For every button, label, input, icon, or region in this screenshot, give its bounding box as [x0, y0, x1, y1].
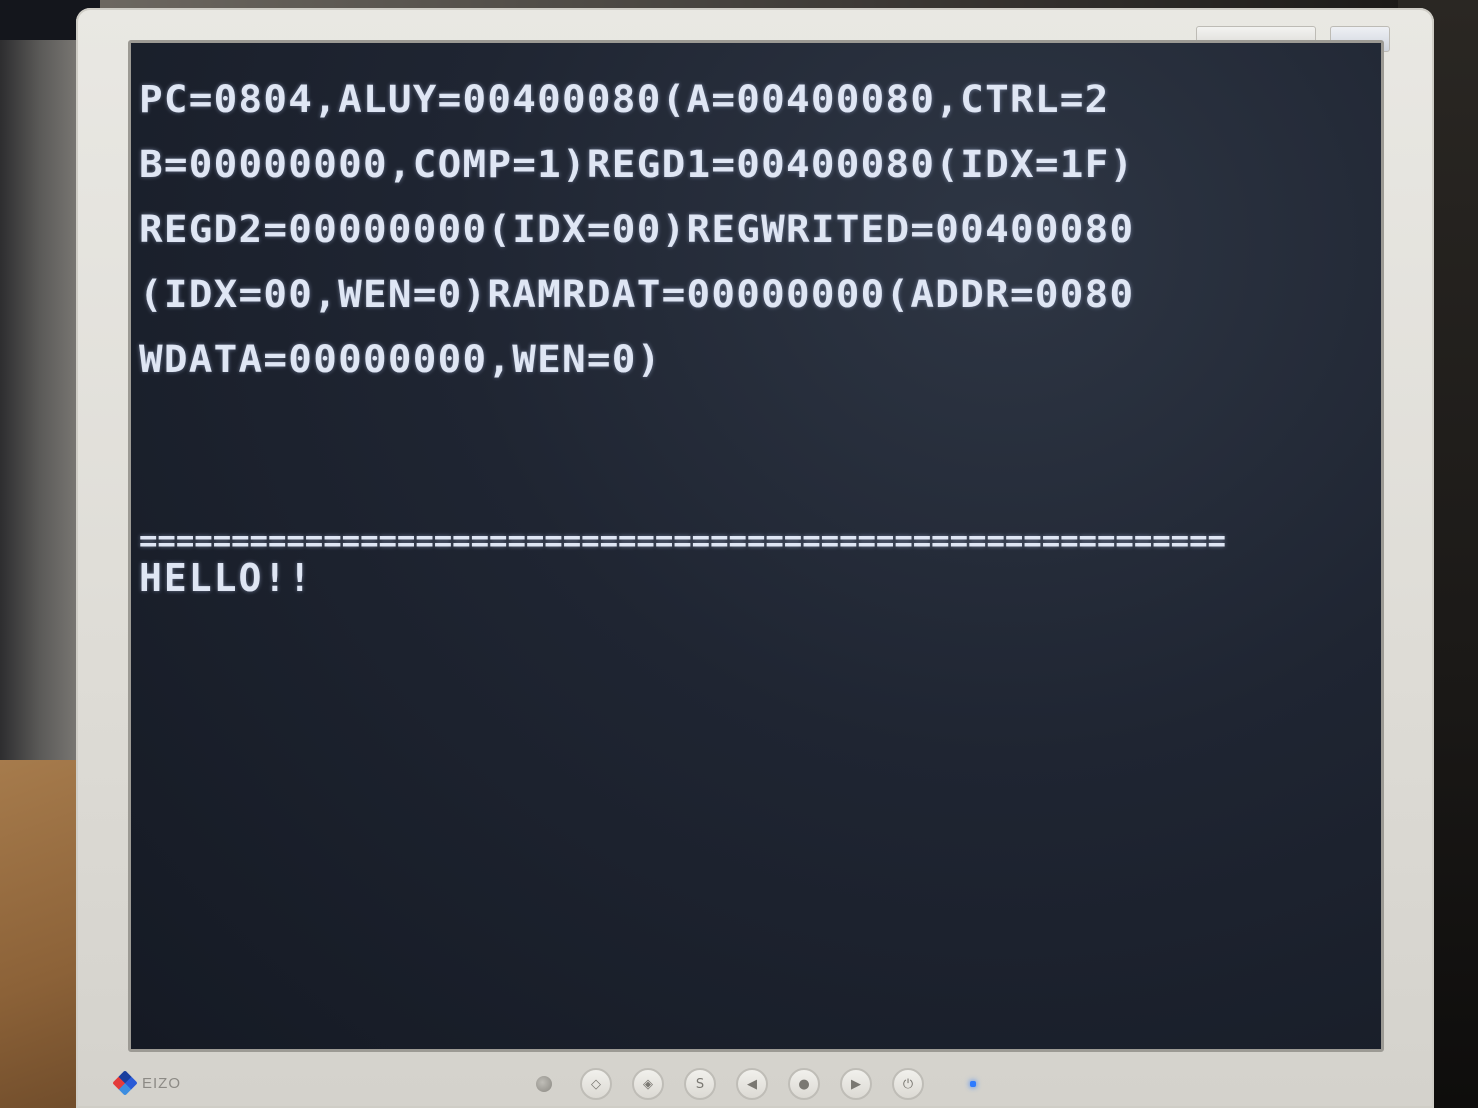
debug-line: WDATA=00000000,WEN=0)	[139, 338, 662, 381]
debug-line: PC=0804,ALUY=00400080(A=00400080,CTRL=2	[139, 78, 1110, 121]
debug-line: REGD2=00000000(IDX=00)REGWRITED=00400080	[139, 208, 1135, 251]
left-arrow-button[interactable]: ◀	[736, 1068, 768, 1100]
message-output: HELLO!!	[139, 556, 314, 600]
brand-name: EIZO	[142, 1074, 182, 1092]
monitor-control-buttons: ◇ ◈ S ◀ ● ▶ ⏻	[536, 1068, 976, 1100]
sensor-icon	[536, 1076, 552, 1092]
enter-button[interactable]: ●	[788, 1068, 820, 1100]
right-arrow-button[interactable]: ▶	[840, 1068, 872, 1100]
debug-output: PC=0804,ALUY=00400080(A=00400080,CTRL=2 …	[139, 49, 1133, 406]
separator-line: ========================================…	[139, 524, 1226, 559]
power-led-icon	[970, 1081, 976, 1087]
debug-line: B=00000000,COMP=1)REGD1=00400080(IDX=1F)	[139, 143, 1135, 186]
debug-line: (IDX=00,WEN=0)RAMRDAT=00000000(ADDR=0080	[139, 273, 1135, 316]
photo-scene: EIZO ◇ ◈ S ◀ ● ▶ ⏻ PC=0804,ALUY=00400080…	[0, 0, 1478, 1108]
brand-logo-area: EIZO	[112, 1070, 182, 1096]
s-button[interactable]: S	[684, 1068, 716, 1100]
terminal-display: PC=0804,ALUY=00400080(A=00400080,CTRL=2 …	[137, 47, 1375, 1047]
volume-down-button[interactable]: ◇	[580, 1068, 612, 1100]
power-button[interactable]: ⏻	[892, 1068, 924, 1100]
brand-logo-icon	[112, 1070, 138, 1096]
monitor-screen: PC=0804,ALUY=00400080(A=00400080,CTRL=2 …	[128, 40, 1384, 1052]
volume-up-button[interactable]: ◈	[632, 1068, 664, 1100]
